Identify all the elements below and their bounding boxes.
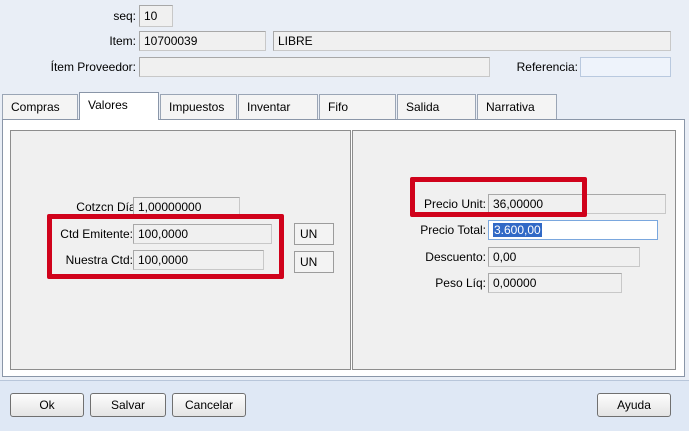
prices-pane: Precio Unit: 36,00000 Precio Total: 3.60… (352, 130, 676, 370)
cancel-button[interactable]: Cancelar (172, 393, 246, 417)
issuer-qty-unit[interactable]: UN (294, 223, 334, 245)
reference-label: Referencia: (516, 60, 578, 74)
exchange-rate-field[interactable]: 1,00000000 (133, 197, 240, 217)
tab-inventar[interactable]: Inventar (238, 94, 318, 119)
tab-content-valores: Cotzcn Día: 1,00000000 Ctd Emitente: 100… (2, 119, 685, 377)
item-label: Item: (109, 34, 136, 48)
discount-label: Descuento: (425, 250, 486, 264)
unit-price-field[interactable]: 36,00000 (488, 194, 666, 214)
reference-field[interactable] (580, 57, 671, 77)
total-price-selected-text: 3.600,00 (493, 223, 542, 237)
unit-price-label: Precio Unit: (423, 197, 486, 211)
tab-salida[interactable]: Salida (397, 94, 476, 119)
tab-impuestos[interactable]: Impuestos (160, 94, 237, 119)
issuer-qty-label: Ctd Emitente: (60, 227, 133, 241)
issuer-qty-field[interactable]: 100,0000 (133, 224, 272, 244)
seq-field[interactable]: 10 (139, 5, 173, 27)
our-qty-field[interactable]: 100,0000 (133, 250, 264, 270)
tab-compras[interactable]: Compras (2, 94, 78, 119)
item-description-field[interactable]: LIBRE (273, 31, 671, 51)
supplier-item-field[interactable] (139, 57, 490, 77)
save-button[interactable]: Salvar (90, 393, 166, 417)
net-weight-field[interactable]: 0,00000 (488, 273, 622, 293)
exchange-rate-label: Cotzcn Día: (76, 200, 139, 214)
total-price-label: Precio Total: (420, 223, 486, 237)
supplier-item-label: Ítem Proveedor: (50, 60, 136, 74)
help-button[interactable]: Ayuda (597, 393, 671, 417)
our-qty-label: Nuestra Ctd: (65, 253, 133, 267)
our-qty-unit[interactable]: UN (294, 251, 334, 273)
discount-field[interactable]: 0,00 (488, 247, 640, 267)
header-area: seq: 10 Item: 10700039 LIBRE Ítem Provee… (0, 0, 689, 92)
quantities-pane: Cotzcn Día: 1,00000000 Ctd Emitente: 100… (10, 130, 351, 370)
net-weight-label: Peso Líq: (435, 276, 486, 290)
ok-button[interactable]: Ok (10, 393, 84, 417)
seq-label: seq: (113, 9, 136, 23)
total-price-field[interactable]: 3.600,00 (488, 220, 658, 240)
tab-bar: Compras Valores Impuestos Inventar Fifo … (0, 92, 689, 120)
item-code-field[interactable]: 10700039 (139, 31, 266, 51)
tab-fifo[interactable]: Fifo (319, 94, 396, 119)
tab-narrativa[interactable]: Narrativa (477, 94, 557, 119)
tab-valores[interactable]: Valores (79, 92, 159, 120)
